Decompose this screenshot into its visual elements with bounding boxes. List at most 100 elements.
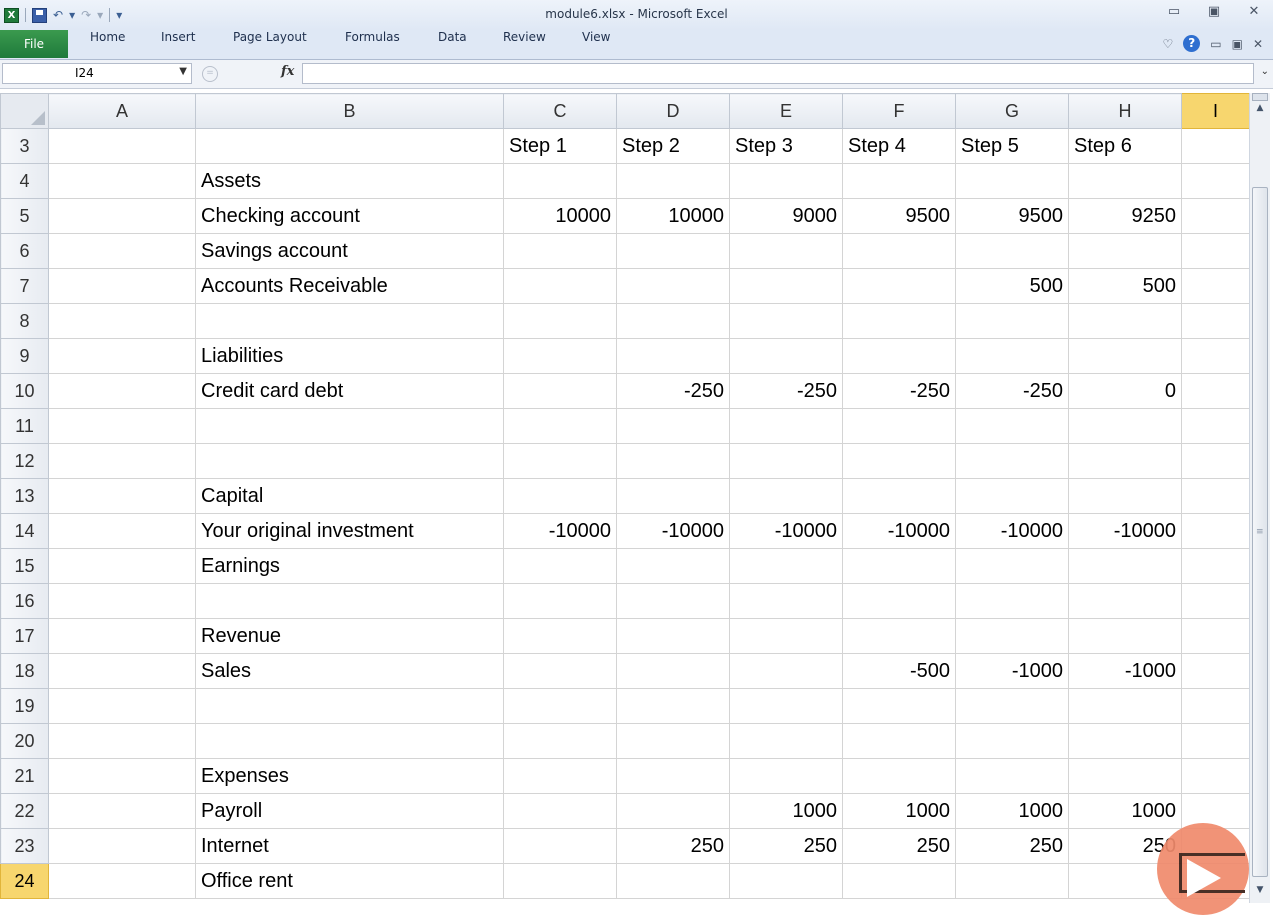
column-header-e[interactable]: E — [729, 93, 843, 129]
row-header[interactable]: 15 — [0, 548, 49, 584]
cell-d21[interactable] — [616, 758, 730, 794]
row-header[interactable]: 23 — [0, 828, 49, 864]
cell-h8[interactable] — [1068, 303, 1182, 339]
row-header[interactable]: 8 — [0, 303, 49, 339]
cell-i7[interactable] — [1181, 268, 1250, 304]
tab-page-layout[interactable]: Page Layout — [233, 30, 307, 58]
cell-h21[interactable] — [1068, 758, 1182, 794]
cell-f17[interactable] — [842, 618, 956, 654]
cell-g16[interactable] — [955, 583, 1069, 619]
cell-b6[interactable]: Savings account — [195, 233, 504, 269]
cell-g12[interactable] — [955, 443, 1069, 479]
cell-h3[interactable]: Step 6 — [1068, 128, 1182, 164]
cell-i20[interactable] — [1181, 723, 1250, 759]
cell-g3[interactable]: Step 5 — [955, 128, 1069, 164]
cell-b5[interactable]: Checking account — [195, 198, 504, 234]
row-header[interactable]: 10 — [0, 373, 49, 409]
cell-a11[interactable] — [48, 408, 196, 444]
cell-h9[interactable] — [1068, 338, 1182, 374]
cell-h22[interactable]: 1000 — [1068, 793, 1182, 829]
cell-h18[interactable]: -1000 — [1068, 653, 1182, 689]
cell-f22[interactable]: 1000 — [842, 793, 956, 829]
cell-e22[interactable]: 1000 — [729, 793, 843, 829]
name-box[interactable]: I24 ▼ — [2, 63, 192, 84]
cell-f11[interactable] — [842, 408, 956, 444]
minimize-ribbon-icon[interactable]: ♡ — [1162, 37, 1173, 51]
cell-h12[interactable] — [1068, 443, 1182, 479]
row-header[interactable]: 3 — [0, 128, 49, 164]
workbook-close-icon[interactable]: ✕ — [1253, 37, 1263, 51]
cell-i21[interactable] — [1181, 758, 1250, 794]
cell-e18[interactable] — [729, 653, 843, 689]
cell-c8[interactable] — [503, 303, 617, 339]
help-icon[interactable]: ? — [1183, 35, 1201, 52]
cell-h10[interactable]: 0 — [1068, 373, 1182, 409]
cell-d22[interactable] — [616, 793, 730, 829]
cell-a5[interactable] — [48, 198, 196, 234]
cell-e4[interactable] — [729, 163, 843, 199]
cell-d16[interactable] — [616, 583, 730, 619]
cell-a18[interactable] — [48, 653, 196, 689]
cell-i16[interactable] — [1181, 583, 1250, 619]
cell-i5[interactable] — [1181, 198, 1250, 234]
row-header[interactable]: 17 — [0, 618, 49, 654]
cell-h6[interactable] — [1068, 233, 1182, 269]
cell-a19[interactable] — [48, 688, 196, 724]
cell-c24[interactable] — [503, 863, 617, 899]
cell-g6[interactable] — [955, 233, 1069, 269]
row-header[interactable]: 24 — [0, 863, 49, 899]
cell-i19[interactable] — [1181, 688, 1250, 724]
cell-c6[interactable] — [503, 233, 617, 269]
cell-g18[interactable]: -1000 — [955, 653, 1069, 689]
cell-b4[interactable]: Assets — [195, 163, 504, 199]
select-all-button[interactable] — [0, 93, 49, 129]
cell-b24[interactable]: Office rent — [195, 863, 504, 899]
cell-d17[interactable] — [616, 618, 730, 654]
workbook-restore-icon[interactable]: ▣ — [1232, 37, 1243, 51]
cell-i11[interactable] — [1181, 408, 1250, 444]
cell-h7[interactable]: 500 — [1068, 268, 1182, 304]
cell-h20[interactable] — [1068, 723, 1182, 759]
cell-i3[interactable] — [1181, 128, 1250, 164]
cell-i17[interactable] — [1181, 618, 1250, 654]
cell-g7[interactable]: 500 — [955, 268, 1069, 304]
cell-a15[interactable] — [48, 548, 196, 584]
play-button[interactable] — [1157, 823, 1249, 915]
cell-e5[interactable]: 9000 — [729, 198, 843, 234]
cell-e20[interactable] — [729, 723, 843, 759]
cell-c4[interactable] — [503, 163, 617, 199]
cell-g9[interactable] — [955, 338, 1069, 374]
scroll-up-icon[interactable]: ▲ — [1252, 103, 1268, 117]
cell-f3[interactable]: Step 4 — [842, 128, 956, 164]
cell-f15[interactable] — [842, 548, 956, 584]
cell-a22[interactable] — [48, 793, 196, 829]
cell-b3[interactable] — [195, 128, 504, 164]
row-header[interactable]: 22 — [0, 793, 49, 829]
cell-f23[interactable]: 250 — [842, 828, 956, 864]
cell-g4[interactable] — [955, 163, 1069, 199]
cell-h11[interactable] — [1068, 408, 1182, 444]
cell-f10[interactable]: -250 — [842, 373, 956, 409]
cell-e6[interactable] — [729, 233, 843, 269]
cell-a16[interactable] — [48, 583, 196, 619]
cell-c10[interactable] — [503, 373, 617, 409]
cell-f6[interactable] — [842, 233, 956, 269]
cell-c7[interactable] — [503, 268, 617, 304]
cell-c9[interactable] — [503, 338, 617, 374]
row-header[interactable]: 16 — [0, 583, 49, 619]
cell-b14[interactable]: Your original investment — [195, 513, 504, 549]
column-header-c[interactable]: C — [503, 93, 617, 129]
cell-f4[interactable] — [842, 163, 956, 199]
cell-f16[interactable] — [842, 583, 956, 619]
cell-d10[interactable]: -250 — [616, 373, 730, 409]
vertical-scrollbar[interactable]: ▲ ≡ ▼ — [1249, 93, 1270, 903]
cell-i15[interactable] — [1181, 548, 1250, 584]
column-header-a[interactable]: A — [48, 93, 196, 129]
cell-g5[interactable]: 9500 — [955, 198, 1069, 234]
cell-a13[interactable] — [48, 478, 196, 514]
cell-c17[interactable] — [503, 618, 617, 654]
row-header[interactable]: 19 — [0, 688, 49, 724]
cell-c23[interactable] — [503, 828, 617, 864]
cell-i9[interactable] — [1181, 338, 1250, 374]
cell-f8[interactable] — [842, 303, 956, 339]
